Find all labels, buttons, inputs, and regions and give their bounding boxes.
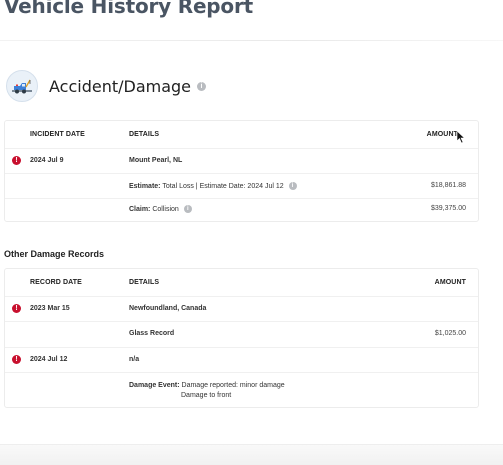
estimate-amount: $18,861.88	[430, 182, 466, 189]
details-header: DETAILS	[129, 131, 160, 138]
table-row: Claim: Collision i $39,375.00	[5, 199, 478, 221]
accident-section-header: Accident/Damage i	[6, 70, 207, 102]
incident-date-header: INCIDENT DATE	[30, 131, 85, 138]
claim-amount: $39,375.00	[430, 205, 466, 212]
table-row: ! 2024 Jul 12 n/a	[5, 348, 478, 373]
amount-header: AMOUNT	[434, 279, 466, 286]
amount-header: AMOUNT	[426, 131, 458, 138]
estimate-detail: Estimate: Total Loss | Estimate Date: 20…	[129, 182, 297, 190]
estimate-key: Estimate:	[129, 182, 161, 190]
title-divider	[0, 40, 503, 41]
damage-event-detail: Damage Event: Damage reported: minor dam…	[129, 381, 285, 401]
damage-event-line1: Damage reported: minor damage	[181, 382, 285, 389]
table-row: Glass Record $1,025.00	[5, 322, 478, 348]
claim-detail: Claim: Collision i	[129, 205, 192, 213]
table-header-row: RECORD DATE DETAILS AMOUNT	[5, 269, 478, 297]
mouse-cursor-icon	[456, 130, 466, 144]
accident-table: INCIDENT DATE DETAILS AMOUNT ! 2024 Jul …	[4, 120, 479, 222]
table-row: ! 2024 Jul 9 Mount Pearl, NL	[5, 149, 478, 174]
other-damage-table: RECORD DATE DETAILS AMOUNT ! 2023 Mar 15…	[4, 268, 479, 408]
record-date: 2023 Mar 15	[30, 305, 70, 312]
table-row: Estimate: Total Loss | Estimate Date: 20…	[5, 174, 478, 199]
alert-icon: !	[12, 156, 21, 165]
info-icon[interactable]: i	[197, 81, 207, 91]
table-header-row: INCIDENT DATE DETAILS AMOUNT	[5, 121, 478, 149]
bottom-bar	[0, 444, 503, 465]
damage-event-line2: Damage to front	[181, 392, 232, 399]
other-damage-title: Other Damage Records	[4, 249, 105, 259]
alert-icon: !	[12, 355, 21, 364]
page-title: Vehicle History Report	[4, 0, 253, 18]
incident-date: 2024 Jul 9	[30, 157, 64, 164]
accident-section-title: Accident/Damage	[49, 76, 192, 96]
record-details: Newfoundland, Canada	[129, 305, 207, 312]
estimate-text: Total Loss | Estimate Date: 2024 Jul 12	[162, 182, 284, 190]
record-details: n/a	[129, 356, 140, 363]
record-date-header: RECORD DATE	[30, 279, 82, 286]
record-date: 2024 Jul 12	[30, 356, 68, 363]
claim-text: Collision	[152, 205, 179, 213]
info-icon[interactable]: i	[288, 182, 297, 190]
glass-record: Glass Record	[129, 330, 175, 337]
incident-location: Mount Pearl, NL	[129, 157, 183, 164]
table-row: ! 2023 Mar 15 Newfoundland, Canada	[5, 297, 478, 322]
damage-event-key: Damage Event:	[129, 382, 180, 389]
table-row: Damage Event: Damage reported: minor dam…	[5, 373, 478, 407]
alert-icon: !	[12, 304, 21, 313]
tow-truck-icon	[6, 70, 38, 102]
glass-record-amount: $1,025.00	[434, 330, 466, 337]
claim-key: Claim:	[129, 205, 151, 213]
details-header: DETAILS	[129, 279, 160, 286]
info-icon[interactable]: i	[183, 205, 192, 213]
